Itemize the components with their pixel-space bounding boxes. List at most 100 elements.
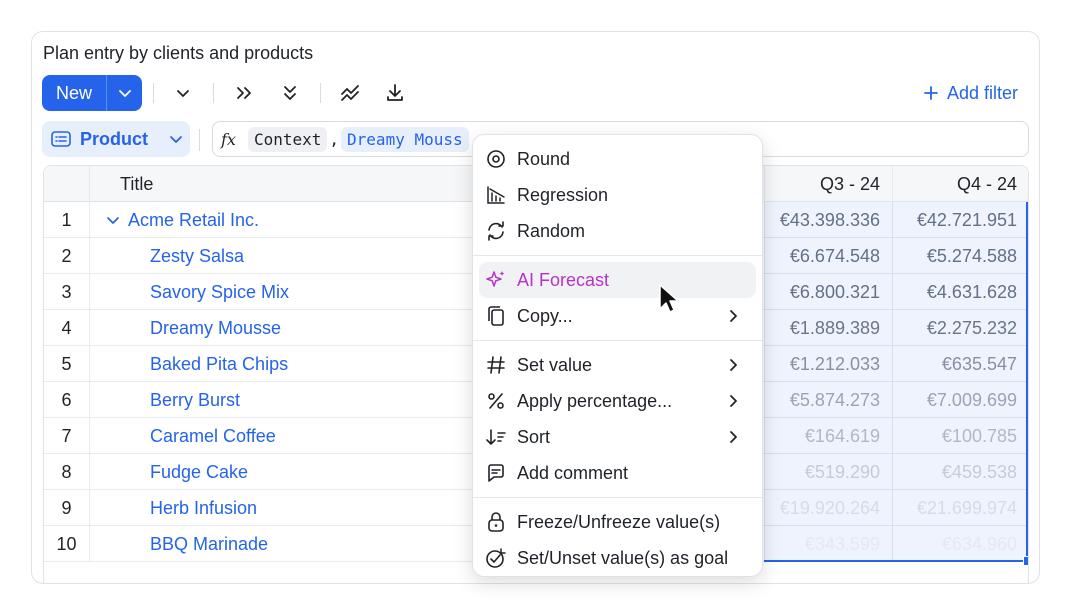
hash-icon — [485, 354, 507, 376]
menu-item-label: Set value — [517, 354, 593, 375]
new-dropdown-button[interactable] — [106, 75, 142, 111]
new-button[interactable]: New — [42, 75, 106, 111]
copy-icon — [485, 305, 507, 327]
round-icon — [485, 148, 507, 170]
column-header-q3[interactable]: Q3 - 24 — [764, 166, 892, 202]
menu-divider — [473, 255, 762, 256]
expand-right-button[interactable] — [226, 75, 262, 111]
chevron-right-icon — [730, 431, 737, 443]
double-chevron-down-icon — [284, 86, 296, 100]
row-title-label: Zesty Salsa — [150, 245, 245, 266]
menu-item-label: Set/Unset value(s) as goal — [517, 547, 729, 568]
trend-lines-icon — [341, 85, 359, 101]
row-title[interactable]: Herb Infusion — [90, 490, 490, 526]
chevron-right-icon — [730, 359, 737, 371]
menu-item-label: Sort — [517, 426, 551, 447]
menu-item-round[interactable]: Round — [479, 141, 756, 177]
function-icon: fx — [221, 129, 236, 149]
toolbar-divider — [153, 83, 154, 103]
formula-separator: , — [329, 129, 340, 149]
menu-divider — [473, 340, 762, 341]
collapse-button[interactable] — [165, 75, 201, 111]
list-icon — [51, 131, 71, 147]
row-title-label: Herb Infusion — [150, 497, 258, 518]
row-number: 10 — [44, 526, 90, 562]
chevron-right-icon — [730, 395, 737, 407]
chevron-down-icon — [177, 90, 189, 97]
menu-item-label: Add comment — [517, 462, 629, 483]
row-number: 6 — [44, 382, 90, 418]
row-number-header — [44, 166, 90, 202]
add-filter-button[interactable]: Add filter — [923, 75, 1018, 111]
row-number: 8 — [44, 454, 90, 490]
mouse-pointer-icon — [659, 284, 679, 313]
menu-item-random[interactable]: Random — [479, 213, 756, 249]
row-title[interactable]: Baked Pita Chips — [90, 346, 490, 382]
fill-handle[interactable] — [1023, 556, 1028, 566]
row-title[interactable]: Zesty Salsa — [90, 238, 490, 274]
menu-item-label: Copy... — [517, 305, 573, 326]
column-header-q4[interactable]: Q4 - 24 — [892, 166, 1028, 202]
lock-icon — [485, 511, 507, 533]
menu-item-copy[interactable]: Copy... — [479, 298, 756, 334]
menu-item-sort[interactable]: Sort — [479, 419, 756, 455]
column-header-title[interactable]: Title — [90, 166, 490, 202]
expand-down-button[interactable] — [272, 75, 308, 111]
chevron-down-icon — [118, 90, 131, 97]
menu-item-label: AI Forecast — [517, 269, 610, 290]
row-number: 4 — [44, 310, 90, 346]
row-title-label: Dreamy Mousse — [150, 317, 282, 338]
card-title: Plan entry by clients and products — [43, 43, 314, 63]
row-number: 1 — [44, 202, 90, 238]
row-title-label: Berry Burst — [150, 389, 241, 410]
trend-button[interactable] — [332, 75, 368, 111]
formula-token[interactable]: Dreamy Mouss — [341, 126, 469, 152]
row-title-label: Fudge Cake — [150, 461, 249, 482]
cell-selection[interactable] — [764, 202, 1028, 562]
regression-icon — [485, 184, 507, 206]
menu-item-add-comment[interactable]: Add comment — [479, 455, 756, 491]
menu-item-regression[interactable]: Regression — [479, 177, 756, 213]
download-icon — [387, 84, 403, 101]
row-title[interactable]: Fudge Cake — [90, 454, 490, 490]
menu-item-freeze[interactable]: Freeze/Unfreeze value(s) — [479, 504, 756, 540]
row-title[interactable]: Acme Retail Inc. — [90, 202, 490, 238]
row-title[interactable]: Berry Burst — [90, 382, 490, 418]
row-title[interactable]: BBQ Marinade — [90, 526, 490, 562]
menu-item-label: Random — [517, 220, 586, 241]
menu-item-goal[interactable]: Set/Unset value(s) as goal — [479, 540, 756, 576]
dimension-selector[interactable]: Product — [42, 121, 190, 157]
context-menu: Round Regression Random AI Forecast Copy… — [472, 134, 763, 577]
comment-icon — [485, 462, 507, 484]
sparkle-icon — [485, 269, 507, 291]
menu-divider — [473, 497, 762, 498]
refresh-icon — [485, 220, 507, 242]
toolbar-divider — [320, 83, 321, 103]
new-split-button: New — [42, 75, 142, 111]
plus-icon — [924, 86, 938, 100]
row-title[interactable]: Caramel Coffee — [90, 418, 490, 454]
row-title-label: Savory Spice Mix — [150, 281, 290, 302]
download-button[interactable] — [377, 75, 413, 111]
row-title-label: Caramel Coffee — [150, 425, 276, 446]
row-title-label: Acme Retail Inc. — [128, 209, 260, 230]
double-chevron-right-icon — [237, 87, 251, 99]
sort-icon — [485, 426, 507, 448]
menu-item-ai-forecast[interactable]: AI Forecast — [479, 262, 756, 298]
toolbar: New Add filter — [42, 75, 1032, 111]
row-number: 3 — [44, 274, 90, 310]
row-title[interactable]: Savory Spice Mix — [90, 274, 490, 310]
row-number: 5 — [44, 346, 90, 382]
percent-icon — [485, 390, 507, 412]
menu-item-label: Apply percentage... — [517, 390, 673, 411]
chevron-down-icon[interactable] — [106, 213, 120, 227]
menu-item-label: Regression — [517, 184, 609, 205]
formula-token[interactable]: Context — [247, 126, 328, 152]
menu-item-set-value[interactable]: Set value — [479, 347, 756, 383]
menu-item-apply-percentage[interactable]: Apply percentage... — [479, 383, 756, 419]
add-filter-label: Add filter — [946, 82, 1018, 103]
dimension-label: Product — [80, 128, 149, 149]
row-number: 9 — [44, 490, 90, 526]
toolbar-divider — [213, 83, 214, 103]
row-title[interactable]: Dreamy Mousse — [90, 310, 490, 346]
